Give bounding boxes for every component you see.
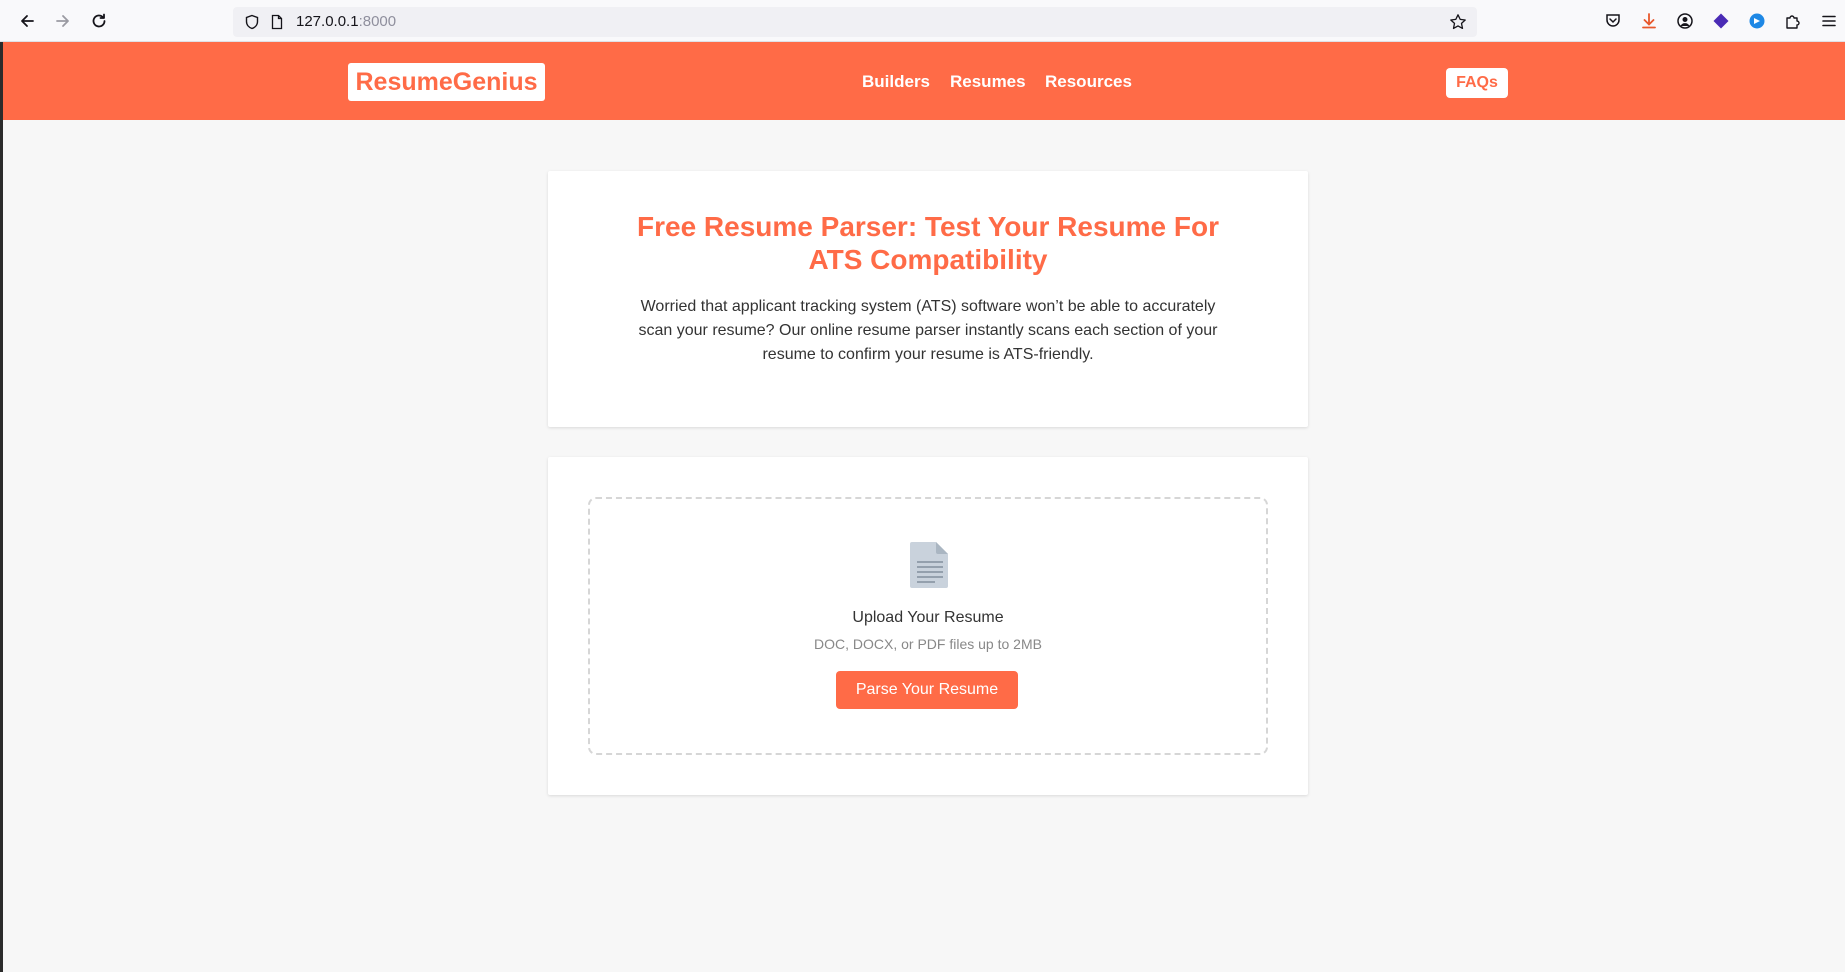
download-icon[interactable] [1639,11,1659,31]
site-header: ResumeGenius Builders Resumes Resources … [3,42,1845,120]
document-icon [910,542,948,588]
reload-icon [92,13,106,28]
extension-purple-icon[interactable] [1711,11,1731,31]
account-icon[interactable] [1675,11,1695,31]
forward-button[interactable] [51,9,75,33]
upload-card: Upload Your Resume DOC, DOCX, or PDF fil… [548,457,1308,795]
site-logo[interactable]: ResumeGenius [348,63,545,101]
forward-arrow-icon [56,15,69,27]
url-port: :8000 [358,13,397,30]
hero-description: Worried that applicant tracking system (… [638,298,1218,363]
upload-dropzone[interactable]: Upload Your Resume DOC, DOCX, or PDF fil… [588,497,1268,755]
browser-toolbar: 127.0.0.1:8000 [0,0,1845,42]
menu-icon[interactable] [1819,11,1839,31]
parse-resume-button[interactable]: Parse Your Resume [836,671,1018,709]
bookmark-star-icon[interactable] [1449,13,1467,31]
back-button[interactable] [15,9,39,33]
url-text: 127.0.0.1:8000 [296,13,396,30]
url-host: 127.0.0.1 [296,13,359,30]
pocket-icon[interactable] [1603,11,1623,31]
nav-resumes[interactable]: Resumes [950,72,1026,92]
nav-resources[interactable]: Resources [1045,72,1132,92]
upload-hint: DOC, DOCX, or PDF files up to 2MB [814,636,1042,652]
extension-blue-icon[interactable] [1747,11,1767,31]
nav-builders[interactable]: Builders [862,72,930,92]
faqs-button[interactable]: FAQs [1446,68,1508,98]
upload-title: Upload Your Resume [852,609,1004,626]
window-edge [0,42,3,972]
page-title: Free Resume Parser: Test Your Resume For… [637,211,1219,275]
hero-card: Free Resume Parser: Test Your Resume For… [548,171,1308,427]
back-arrow-icon [21,15,34,27]
reload-button[interactable] [87,9,111,33]
page-icon [268,13,286,31]
extensions-puzzle-icon[interactable] [1783,11,1803,31]
address-bar[interactable]: 127.0.0.1:8000 [233,7,1477,37]
shield-icon [243,13,261,31]
